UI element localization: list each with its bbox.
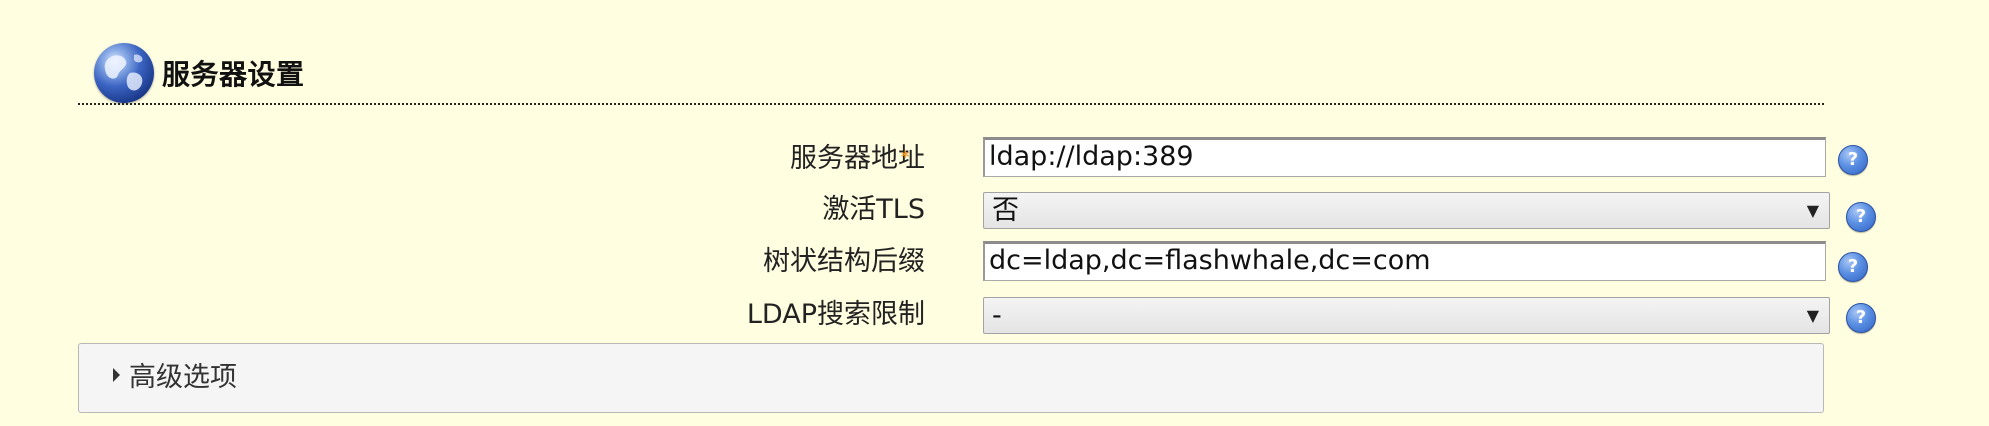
ldap-search-limit-select[interactable]: - ▼ (983, 297, 1830, 334)
activate-tls-selected-value: 否 (992, 195, 1019, 226)
section-divider (78, 103, 1824, 105)
row-tree-suffix: 树状结构后缀 dc=ldap,dc=flashwhale,dc=com ? (0, 240, 1989, 284)
help-icon[interactable]: ? (1846, 202, 1876, 232)
row-activate-tls: 激活TLS 否 ▼ ? (0, 188, 1989, 232)
chevron-down-icon: ▼ (1806, 201, 1819, 220)
advanced-options-label: 高级选项 (129, 362, 237, 393)
tree-suffix-label: 树状结构后缀 (763, 246, 925, 277)
chevron-down-icon: ▼ (1806, 306, 1819, 325)
server-address-input[interactable]: ldap://ldap:389 (983, 137, 1826, 177)
help-icon[interactable]: ? (1838, 145, 1868, 175)
activate-tls-label: 激活TLS (822, 194, 925, 225)
advanced-options-toggle[interactable]: 高级选项 (78, 343, 1824, 413)
section-title: 服务器设置 (162, 58, 305, 91)
row-server-address: 服务器地址 * ldap://ldap:389 ? (0, 137, 1989, 181)
help-icon[interactable]: ? (1838, 252, 1868, 282)
ldap-search-limit-label: LDAP搜索限制 (746, 299, 925, 330)
activate-tls-select[interactable]: 否 ▼ (983, 192, 1830, 229)
globe-icon (94, 43, 154, 103)
section-header: 服务器设置 (94, 42, 305, 104)
required-mark: * (901, 147, 910, 166)
help-icon[interactable]: ? (1846, 303, 1876, 333)
tree-suffix-input[interactable]: dc=ldap,dc=flashwhale,dc=com (983, 241, 1826, 281)
caret-right-icon (113, 368, 120, 382)
ldap-search-limit-selected-value: - (992, 300, 1002, 331)
row-ldap-search-limit: LDAP搜索限制 - ▼ ? (0, 293, 1989, 337)
